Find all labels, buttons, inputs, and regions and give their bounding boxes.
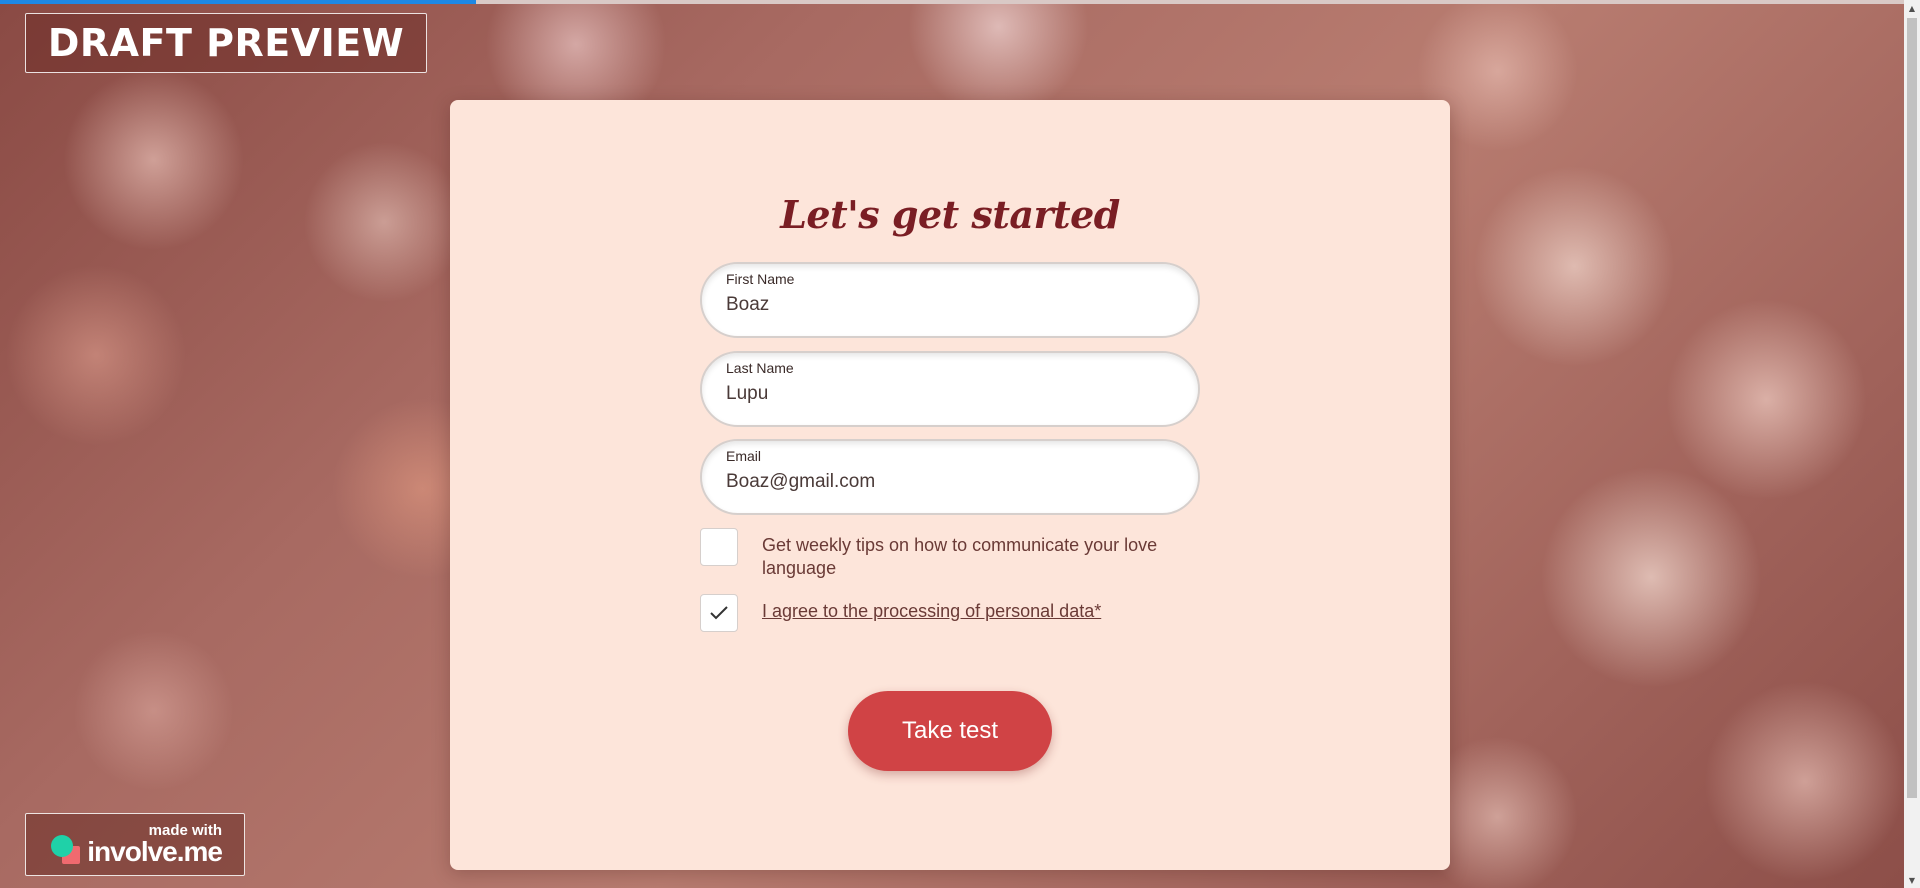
last-name-label: Last Name	[726, 360, 794, 376]
scrollbar-thumb[interactable]	[1907, 18, 1917, 798]
privacy-consent-link[interactable]: I agree to the processing of personal da…	[762, 601, 1101, 621]
checkmark-icon	[710, 606, 728, 620]
email-input[interactable]	[726, 471, 1174, 493]
page-title: Let's get started	[780, 192, 1120, 237]
involve-logo-icon	[51, 835, 80, 864]
last-name-field[interactable]: Last Name	[700, 351, 1200, 427]
scroll-down-arrow-icon[interactable]: ▼	[1904, 872, 1920, 888]
email-field[interactable]: Email	[700, 439, 1200, 515]
first-name-field[interactable]: First Name	[700, 262, 1200, 338]
take-test-button[interactable]: Take test	[848, 691, 1052, 771]
made-with-involve-badge[interactable]: made with involve.me	[25, 813, 245, 876]
first-name-input[interactable]	[726, 294, 1174, 316]
last-name-input[interactable]	[726, 383, 1174, 405]
privacy-consent-checkbox[interactable]	[700, 594, 738, 632]
draft-preview-badge: DRAFT PREVIEW	[25, 13, 427, 73]
progress-bar-fill	[0, 0, 476, 4]
involve-brand-text: involve.me	[87, 836, 223, 867]
weekly-tips-label: Get weekly tips on how to communicate yo…	[762, 535, 1158, 578]
weekly-tips-checkbox[interactable]	[700, 528, 738, 566]
progress-bar	[0, 0, 1904, 4]
scroll-up-arrow-icon[interactable]: ▲	[1904, 0, 1920, 16]
email-label: Email	[726, 448, 762, 464]
form-card: Let's get started First Name Last Name E…	[450, 100, 1450, 870]
first-name-label: First Name	[726, 271, 795, 287]
privacy-consent-label[interactable]: I agree to the processing of personal da…	[762, 600, 1212, 623]
vertical-scrollbar[interactable]: ▲ ▼	[1904, 0, 1920, 888]
